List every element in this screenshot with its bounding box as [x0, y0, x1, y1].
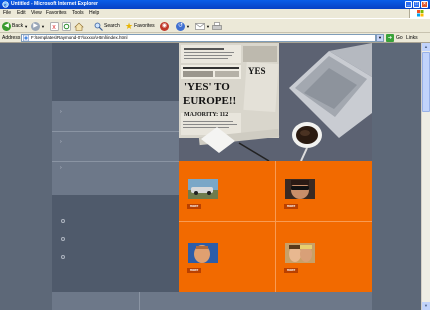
nav-divider	[52, 131, 179, 132]
scroll-up-arrow-icon[interactable]: ▲	[422, 43, 430, 51]
svg-text:x: x	[52, 24, 56, 31]
back-button[interactable]: ◀ Back ▼	[2, 21, 28, 31]
address-value: F:\templates\Raymond-0?\xxxxx\Html\index…	[31, 35, 128, 40]
footer-divider	[139, 292, 140, 310]
scroll-thumb[interactable]	[422, 52, 430, 112]
nav-divider	[52, 161, 179, 162]
search-button[interactable]: Search	[94, 21, 120, 31]
links-label[interactable]: Links	[406, 35, 418, 41]
scroll-down-arrow-icon[interactable]: ▼	[422, 302, 430, 310]
list-bullet-icon[interactable]	[61, 237, 65, 241]
page-icon	[23, 35, 29, 41]
back-label: Back	[12, 23, 24, 29]
window-titlebar: e Untitled - Microsoft Internet Explorer…	[0, 0, 430, 9]
go-arrow-icon: ➜	[386, 34, 394, 42]
refresh-icon	[62, 21, 71, 31]
menu-favorites[interactable]: Favorites	[46, 9, 67, 18]
nav-bullet-icon[interactable]: ›	[60, 165, 62, 171]
minimize-button[interactable]: _	[405, 1, 412, 8]
address-input[interactable]: F:\templates\Raymond-0?\xxxxx\Html\index…	[21, 34, 376, 42]
collage-headline-majority: MAJORITY: 112	[184, 112, 229, 118]
maximize-button[interactable]: □	[413, 1, 420, 8]
close-button[interactable]: ×	[421, 1, 428, 8]
more-button[interactable]: more	[284, 268, 298, 273]
collage-headline-europe: EUROPE!!	[183, 95, 237, 107]
window-title: Untitled - Microsoft Internet Explorer	[11, 1, 98, 7]
go-button[interactable]: ➜ Go	[386, 34, 403, 42]
gallery-panel: more more more more	[179, 161, 372, 292]
nav-bullet-icon[interactable]: ›	[60, 109, 62, 115]
footer-bar	[52, 292, 372, 310]
menu-file[interactable]: File	[3, 9, 11, 18]
favorites-label: Favorites	[134, 23, 155, 29]
media-button[interactable]: ◉	[160, 21, 169, 31]
menu-tools[interactable]: Tools	[72, 9, 84, 18]
gallery-divider	[179, 221, 372, 222]
newspaper-collage-image: YES 'YES' TO EUROPE!! MAJORITY: 112	[179, 43, 372, 161]
menu-view[interactable]: View	[31, 9, 42, 18]
gallery-thumbnail-sunglasses[interactable]	[285, 179, 315, 199]
back-arrow-icon: ◀	[2, 21, 11, 31]
home-icon	[74, 22, 84, 31]
print-button[interactable]	[212, 21, 222, 31]
refresh-button[interactable]	[62, 21, 71, 31]
home-button[interactable]	[74, 21, 84, 31]
stop-button[interactable]: x	[50, 21, 59, 31]
menu-edit[interactable]: Edit	[17, 9, 26, 18]
address-dropdown-icon[interactable]: ▼	[376, 34, 384, 42]
search-icon	[94, 22, 103, 31]
favorites-button[interactable]: ★ Favorites	[125, 21, 155, 31]
ie-logo-icon: e	[2, 1, 9, 8]
header-dark-panel	[52, 43, 179, 101]
address-bar: Address F:\templates\Raymond-0?\xxxxx\Ht…	[0, 33, 430, 43]
history-icon: ↺	[176, 21, 185, 31]
favorites-star-icon: ★	[125, 20, 134, 31]
list-bullet-icon[interactable]	[61, 219, 65, 223]
gallery-thumbnail-man[interactable]	[188, 243, 218, 263]
forward-dropdown-icon[interactable]: ▼	[41, 24, 45, 29]
mail-button[interactable]: ▼	[195, 21, 210, 31]
gallery-thumbnail-car[interactable]	[188, 179, 218, 199]
menu-bar: File Edit View Favorites Tools Help	[0, 9, 430, 18]
stop-icon: x	[50, 21, 59, 31]
vertical-scrollbar[interactable]: ▲ ▼	[421, 43, 430, 310]
gallery-divider	[275, 161, 276, 292]
go-label: Go	[396, 35, 403, 41]
address-label: Address	[2, 35, 21, 41]
nav-bullet-icon[interactable]: ›	[60, 139, 62, 145]
menu-help[interactable]: Help	[89, 9, 99, 18]
search-label: Search	[104, 23, 120, 29]
toolbar: ◀ Back ▼ ▶ ▼ x Search ★ Favorites ◉ ↺ ▼ …	[0, 18, 430, 33]
mail-icon	[195, 22, 205, 30]
forward-arrow-icon: ▶	[31, 21, 40, 31]
history-button[interactable]: ↺ ▼	[176, 21, 190, 31]
list-bullet-icon[interactable]	[61, 255, 65, 259]
history-dropdown-icon[interactable]: ▼	[186, 24, 190, 29]
web-page: › › › YES 'YES' TO EUROPE!! MAJORITY: 11…	[0, 43, 430, 310]
forward-button[interactable]: ▶ ▼	[31, 21, 45, 31]
collage-headline-yes: YES	[248, 66, 266, 76]
print-icon	[212, 21, 222, 30]
windows-logo-icon	[409, 9, 430, 18]
media-icon: ◉	[160, 21, 169, 31]
more-button[interactable]: more	[187, 204, 201, 209]
back-dropdown-icon[interactable]: ▼	[24, 24, 28, 29]
more-button[interactable]: more	[284, 204, 298, 209]
collage-headline-main: 'YES' TO	[184, 81, 230, 93]
gallery-thumbnail-couple[interactable]	[285, 243, 315, 263]
mail-dropdown-icon[interactable]: ▼	[206, 24, 210, 29]
more-button[interactable]: more	[187, 268, 201, 273]
